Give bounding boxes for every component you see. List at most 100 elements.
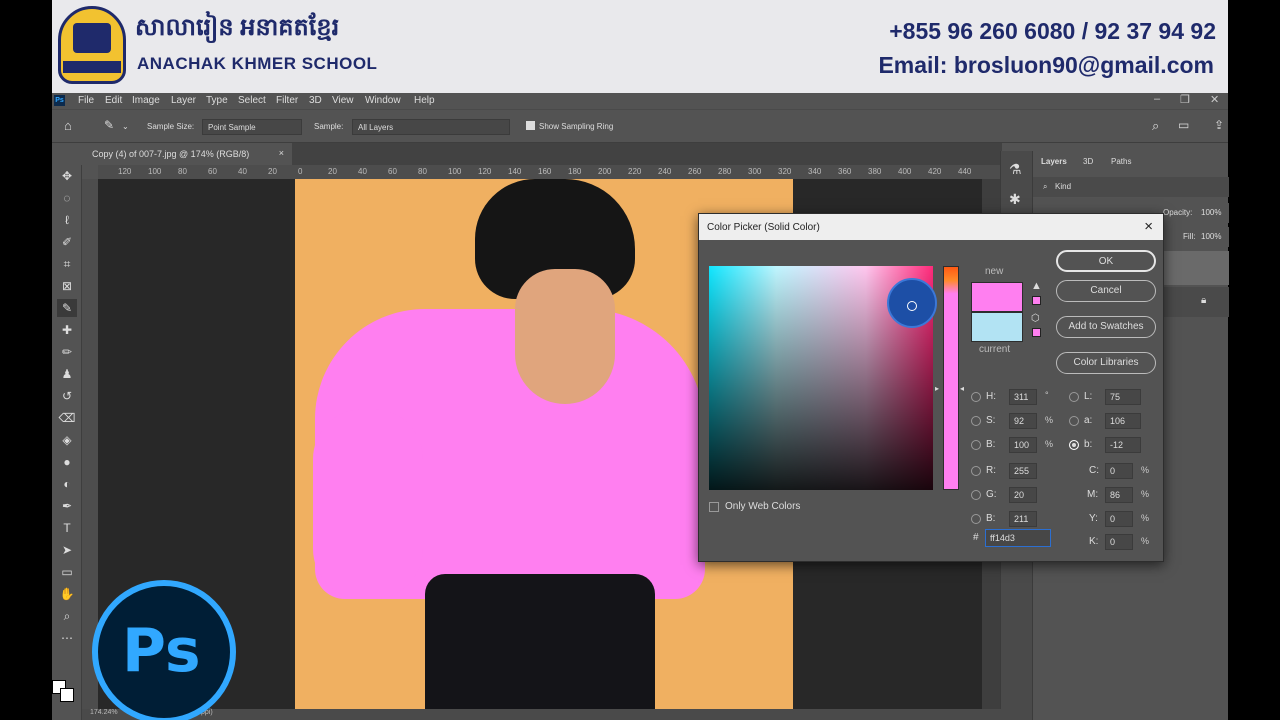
search-icon[interactable]: ⌕ <box>1152 118 1159 134</box>
ruler-tick-label: 140 <box>508 167 522 176</box>
pen-tool-icon[interactable]: ✒ <box>57 497 77 515</box>
web-safe-swatch[interactable] <box>1032 328 1041 337</box>
menu-edit[interactable]: Edit <box>105 95 122 106</box>
close-window-icon[interactable]: ✕ <box>1210 93 1219 106</box>
frame-tool-icon[interactable]: ⊠ <box>57 277 77 295</box>
lab-a-radio[interactable] <box>1069 416 1079 426</box>
color-libraries-button[interactable]: Color Libraries <box>1056 352 1156 374</box>
lab-a-field[interactable]: 106 <box>1105 413 1141 429</box>
fill-value[interactable]: 100% <box>1201 232 1221 241</box>
menu-filter[interactable]: Filter <box>276 95 298 106</box>
menu-window[interactable]: Window <box>365 95 401 106</box>
foreground-background-color-icon[interactable] <box>52 680 74 702</box>
menu-select[interactable]: Select <box>238 95 266 106</box>
magenta-field[interactable]: 86 <box>1105 487 1133 503</box>
crop-tool-icon[interactable]: ⌗ <box>57 255 77 273</box>
zoom-tool-icon[interactable]: ⌕ <box>57 607 77 625</box>
current-color-swatch[interactable] <box>971 312 1023 342</box>
green-radio[interactable] <box>971 490 981 500</box>
workspace-icon[interactable]: ▭ <box>1178 118 1189 132</box>
adjustments-icon[interactable]: ⚗ <box>1009 161 1022 178</box>
menu-view[interactable]: View <box>332 95 354 106</box>
menu-image[interactable]: Image <box>132 95 160 106</box>
ruler-tick-label: 360 <box>838 167 852 176</box>
brightness-field[interactable]: 100 <box>1009 437 1037 453</box>
hue-field[interactable]: 311 <box>1009 389 1037 405</box>
hue-slider-arrow-left-icon[interactable]: ▸ <box>935 384 939 393</box>
black-field[interactable]: 0 <box>1105 534 1133 550</box>
green-field[interactable]: 20 <box>1009 487 1037 503</box>
hand-tool-icon[interactable]: ✋ <box>57 585 77 603</box>
home-icon[interactable]: ⌂ <box>64 118 72 133</box>
tab-3d[interactable]: 3D <box>1083 157 1093 166</box>
cancel-button[interactable]: Cancel <box>1056 280 1156 302</box>
brush-tool-icon[interactable]: ✏ <box>57 343 77 361</box>
lab-b-field[interactable]: -12 <box>1105 437 1141 453</box>
sample-select[interactable]: All Layers <box>352 119 510 135</box>
lab-b-radio[interactable] <box>1069 440 1079 450</box>
show-sampling-ring-checkbox[interactable] <box>526 121 535 130</box>
hue-radio[interactable] <box>971 392 981 402</box>
shape-tool-icon[interactable]: ▭ <box>57 563 77 581</box>
kind-filter-label[interactable]: Kind <box>1055 182 1071 191</box>
properties-icon[interactable]: ✱ <box>1009 191 1021 208</box>
healing-brush-icon[interactable]: ✚ <box>57 321 77 339</box>
zoom-status: 174.24% <box>90 709 118 716</box>
saturation-radio[interactable] <box>971 416 981 426</box>
phone-number: +855 96 260 6080 / 92 37 94 92 <box>889 18 1216 44</box>
brightness-radio[interactable] <box>971 440 981 450</box>
eyedropper-tool-icon[interactable]: ✎ <box>104 118 114 132</box>
blur-tool-icon[interactable]: ● <box>57 453 77 471</box>
more-tools-icon[interactable]: ⋯ <box>57 629 77 647</box>
eyedropper-icon[interactable]: ✎ <box>57 299 77 317</box>
lasso-tool-icon[interactable]: ℓ <box>57 211 77 229</box>
lab-l-field[interactable]: 75 <box>1105 389 1141 405</box>
web-safe-cube-icon[interactable]: ⬡ <box>1031 313 1040 324</box>
menu-type[interactable]: Type <box>206 95 228 106</box>
red-field[interactable]: 255 <box>1009 463 1037 479</box>
gamut-warning-swatch[interactable] <box>1032 296 1041 305</box>
cyan-field[interactable]: 0 <box>1105 463 1133 479</box>
menu-file[interactable]: File <box>78 95 94 106</box>
close-tab-icon[interactable]: × <box>279 148 284 158</box>
menu-layer[interactable]: Layer <box>171 95 196 106</box>
type-tool-icon[interactable]: T <box>57 519 77 537</box>
tab-paths[interactable]: Paths <box>1111 157 1131 166</box>
paint-bucket-icon[interactable]: ◈ <box>57 431 77 449</box>
opacity-value[interactable]: 100% <box>1201 208 1221 217</box>
history-brush-icon[interactable]: ↺ <box>57 387 77 405</box>
saturation-field[interactable]: 92 <box>1009 413 1037 429</box>
path-select-icon[interactable]: ➤ <box>57 541 77 559</box>
ok-button[interactable]: OK <box>1056 250 1156 272</box>
clone-stamp-icon[interactable]: ♟ <box>57 365 77 383</box>
eraser-tool-icon[interactable]: ⌫ <box>57 409 77 427</box>
color-picker-ring[interactable] <box>907 301 917 311</box>
menu-3d[interactable]: 3D <box>309 95 322 106</box>
red-radio[interactable] <box>971 466 981 476</box>
restore-icon[interactable]: ❐ <box>1180 93 1190 106</box>
move-tool-icon[interactable]: ✥ <box>57 167 77 185</box>
blue-radio[interactable] <box>971 514 981 524</box>
only-web-colors-checkbox[interactable] <box>709 502 719 512</box>
lab-l-radio[interactable] <box>1069 392 1079 402</box>
dodge-tool-icon[interactable]: ◐ <box>57 475 77 493</box>
add-to-swatches-button[interactable]: Add to Swatches <box>1056 316 1156 338</box>
tool-preset-chevron-icon[interactable]: ⌄ <box>122 122 129 131</box>
yellow-field[interactable]: 0 <box>1105 511 1133 527</box>
blue-field[interactable]: 211 <box>1009 511 1037 527</box>
quick-select-tool-icon[interactable]: ✐ <box>57 233 77 251</box>
hex-field[interactable]: ff14d3 <box>985 529 1051 547</box>
yellow-unit: % <box>1141 513 1150 523</box>
share-icon[interactable]: ⇪ <box>1214 118 1224 132</box>
hue-slider-arrow-right-icon[interactable]: ◂ <box>960 384 964 393</box>
menu-help[interactable]: Help <box>414 95 435 106</box>
hue-slider[interactable] <box>943 266 959 490</box>
tab-layers[interactable]: Layers <box>1041 157 1067 166</box>
minimize-icon[interactable]: – <box>1154 93 1160 105</box>
gamut-warning-icon[interactable]: ▲ <box>1031 280 1042 292</box>
sample-size-select[interactable]: Point Sample <box>202 119 302 135</box>
options-bar: ⌂ ✎ ⌄ Sample Size: Point Sample Sample: … <box>52 109 1228 143</box>
marquee-tool-icon[interactable]: ◌ <box>57 189 77 207</box>
close-icon[interactable]: × <box>1144 218 1153 235</box>
document-tab[interactable]: Copy (4) of 007-7.jpg @ 174% (RGB/8) × <box>82 143 292 165</box>
